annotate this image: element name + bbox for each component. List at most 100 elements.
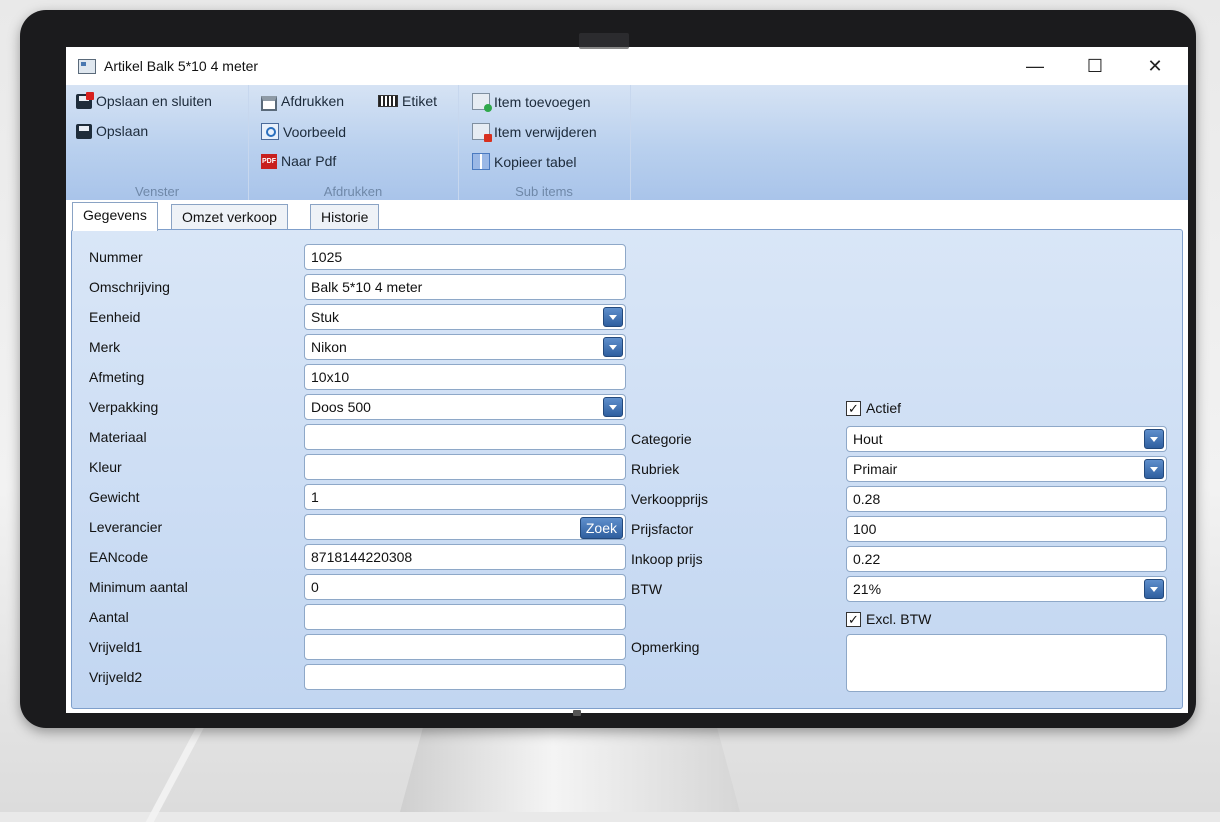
eenheid-value: Stuk: [311, 309, 340, 325]
remove-item-icon: [472, 123, 492, 142]
barcode-label-icon: [378, 95, 398, 107]
verkoopprijs-field[interactable]: 0.28: [846, 486, 1167, 512]
label-verkoopprijs: Verkoopprijs: [631, 491, 709, 507]
label-label: Etiket: [402, 93, 438, 109]
copy-table-button[interactable]: Kopieer tabel: [472, 153, 577, 170]
omschrijving-field[interactable]: Balk 5*10 4 meter: [304, 274, 626, 300]
preview-label: Voorbeeld: [283, 123, 347, 140]
ribbon-group-label: Venster: [134, 184, 180, 199]
tab-gegevens[interactable]: Gegevens: [72, 202, 158, 231]
ribbon-group-sub-items: Item toevoegen Item verwijderen Kopieer …: [458, 85, 631, 200]
preview-button[interactable]: Voorbeeld: [261, 123, 346, 140]
label-kleur: Kleur: [89, 459, 122, 475]
label-materiaal: Materiaal: [89, 429, 147, 445]
actief-checkbox[interactable]: ✓ Actief: [846, 400, 901, 416]
label-afmeting: Afmeting: [89, 369, 145, 385]
btw-value: 21%: [853, 581, 882, 597]
remove-item-button[interactable]: Item verwijderen: [472, 123, 597, 142]
excl-btw-label: Excl. BTW: [866, 611, 932, 627]
to-pdf-label: Naar Pdf: [281, 153, 337, 169]
close-button[interactable]: ✕: [1132, 53, 1178, 79]
merk-select[interactable]: Nikon: [304, 334, 626, 360]
to-pdf-button[interactable]: PDF Naar Pdf: [261, 153, 336, 169]
title-bar: Artikel Balk 5*10 4 meter — ☐ ✕: [66, 47, 1188, 85]
label-categorie: Categorie: [631, 431, 692, 447]
ribbon-group-venster: Opslaan en sluiten Opslaan Venster: [66, 85, 249, 200]
label-opmerking: Opmerking: [631, 639, 700, 655]
monitor-cable: [145, 712, 283, 822]
chevron-down-icon[interactable]: [603, 397, 623, 417]
save-label: Opslaan: [96, 123, 149, 139]
save-close-icon: [76, 91, 94, 109]
checkmark-icon: ✓: [846, 400, 861, 416]
tab-historie[interactable]: Historie: [310, 204, 380, 230]
label-verpakking: Verpakking: [89, 399, 159, 415]
application-window: Artikel Balk 5*10 4 meter — ☐ ✕ Opslaan …: [66, 47, 1188, 713]
chevron-down-icon[interactable]: [603, 337, 623, 357]
merk-value: Nikon: [311, 339, 347, 355]
categorie-select[interactable]: Hout: [846, 426, 1167, 452]
vrijveld2-field[interactable]: [304, 664, 626, 690]
excl-btw-checkbox[interactable]: ✓ Excl. BTW: [846, 611, 931, 627]
aantal-field[interactable]: [304, 604, 626, 630]
verpakking-select[interactable]: Doos 500: [304, 394, 626, 420]
label-vrijveld2: Vrijveld2: [89, 669, 143, 685]
webcam: [579, 33, 629, 49]
ribbon-group-afdrukken: Afdrukken Etiket Voorbeeld PDF Naar Pdf …: [248, 85, 459, 200]
ribbon-toolbar: Opslaan en sluiten Opslaan Venster Afdru…: [66, 85, 1188, 201]
ribbon-group-label: Afdrukken: [323, 184, 383, 199]
vrijveld1-field[interactable]: [304, 634, 626, 660]
print-button[interactable]: Afdrukken: [261, 93, 345, 111]
chevron-down-icon[interactable]: [1144, 459, 1164, 479]
label-gewicht: Gewicht: [89, 489, 140, 505]
materiaal-field[interactable]: [304, 424, 626, 450]
label-rubriek: Rubriek: [631, 461, 680, 477]
rubriek-value: Primair: [853, 461, 898, 477]
chevron-down-icon[interactable]: [1144, 429, 1164, 449]
label-btw: BTW: [631, 581, 663, 597]
opmerking-textarea[interactable]: [846, 634, 1167, 692]
remove-item-label: Item verwijderen: [494, 123, 597, 140]
label-prijsfactor: Prijsfactor: [631, 521, 694, 537]
zoek-button[interactable]: Zoek: [579, 517, 623, 539]
minimum-aantal-field[interactable]: 0: [304, 574, 626, 600]
afmeting-field[interactable]: 10x10: [304, 364, 626, 390]
monitor-logo: [573, 710, 581, 716]
window-title: Artikel Balk 5*10 4 meter: [104, 58, 259, 74]
minimize-button[interactable]: —: [1012, 53, 1058, 79]
eenheid-select[interactable]: Stuk: [304, 304, 626, 330]
chevron-down-icon[interactable]: [1144, 579, 1164, 599]
eancode-field[interactable]: 8718144220308: [304, 544, 626, 570]
label-inkoop-prijs: Inkoop prijs: [631, 551, 703, 567]
btw-select[interactable]: 21%: [846, 576, 1167, 602]
tab-omzet-verkoop[interactable]: Omzet verkoop: [171, 204, 288, 230]
label-leverancier: Leverancier: [89, 519, 163, 535]
prijsfactor-field[interactable]: 100: [846, 516, 1167, 542]
verpakking-value: Doos 500: [311, 399, 371, 415]
magnifier-icon: [261, 123, 279, 140]
label-aantal: Aantal: [89, 609, 129, 625]
printer-icon: [261, 95, 277, 111]
chevron-down-icon[interactable]: [603, 307, 623, 327]
label-minimum-aantal: Minimum aantal: [89, 579, 188, 595]
nummer-field[interactable]: 1025: [304, 244, 626, 270]
inkoop-prijs-field[interactable]: 0.22: [846, 546, 1167, 572]
label-merk: Merk: [89, 339, 121, 355]
label-eancode: EANcode: [89, 549, 149, 565]
leverancier-field[interactable]: Zoek: [304, 514, 626, 540]
add-item-icon: [472, 93, 492, 112]
label-button[interactable]: Etiket: [378, 93, 437, 109]
save-button[interactable]: Opslaan: [76, 123, 148, 139]
monitor-bezel: Artikel Balk 5*10 4 meter — ☐ ✕ Opslaan …: [20, 10, 1196, 728]
checkmark-icon: ✓: [846, 611, 861, 627]
save-and-close-label: Opslaan en sluiten: [96, 93, 212, 109]
label-eenheid: Eenheid: [89, 309, 141, 325]
rubriek-select[interactable]: Primair: [846, 456, 1167, 482]
save-and-close-button[interactable]: Opslaan en sluiten: [76, 91, 212, 109]
gewicht-field[interactable]: 1: [304, 484, 626, 510]
add-item-button[interactable]: Item toevoegen: [472, 93, 591, 112]
maximize-button[interactable]: ☐: [1072, 53, 1118, 79]
kleur-field[interactable]: [304, 454, 626, 480]
copy-table-label: Kopieer tabel: [494, 153, 577, 170]
print-label: Afdrukken: [281, 93, 345, 109]
